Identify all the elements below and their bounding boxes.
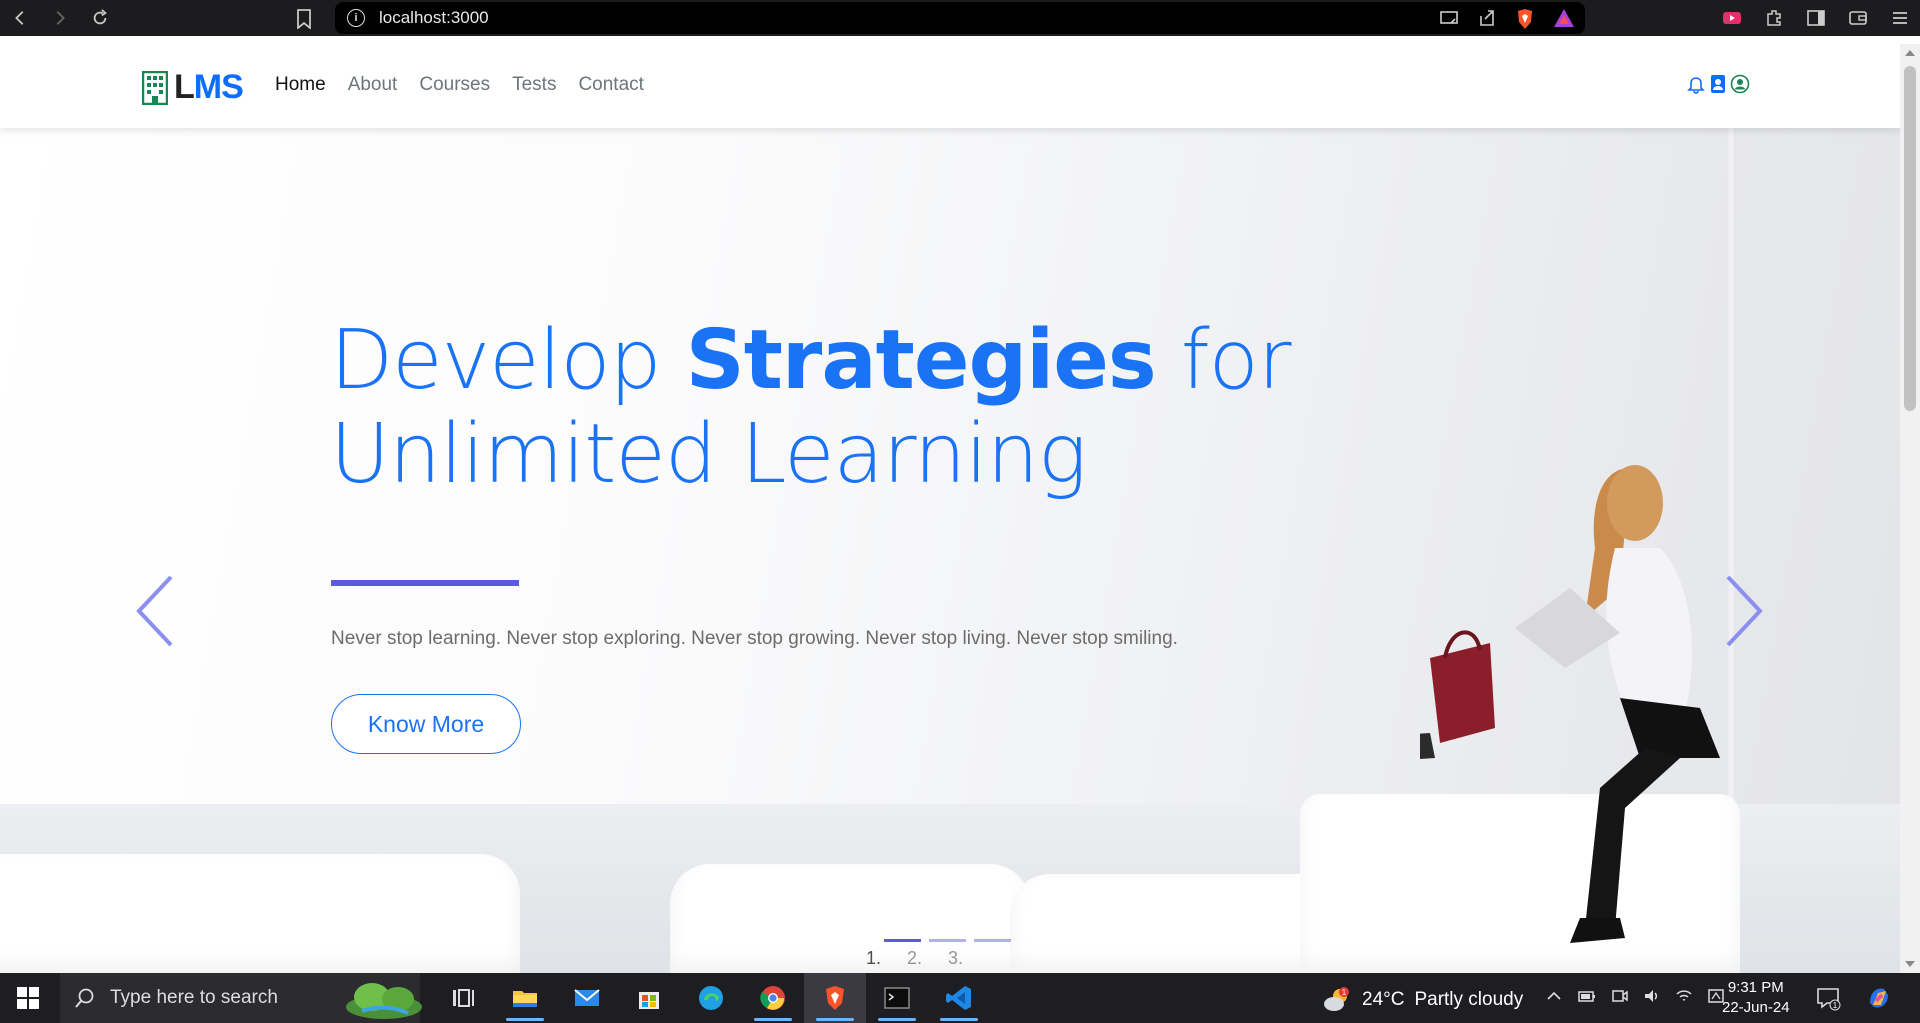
carousel-indicators	[884, 939, 1011, 942]
hero-headline: Develop Strategies for Unlimited Learnin…	[330, 313, 1292, 502]
share-icon[interactable]	[1477, 8, 1497, 28]
hero-carousel: Develop Strategies for Unlimited Learnin…	[0, 128, 1900, 973]
brave-rewards-icon[interactable]	[1553, 8, 1574, 28]
search-icon	[75, 988, 94, 1008]
forward-button[interactable]	[40, 0, 80, 36]
weather-temp: 24°C	[1362, 989, 1405, 1010]
mail-button[interactable]	[556, 973, 618, 1023]
sidebar-icon[interactable]	[1806, 8, 1826, 28]
chrome-icon	[760, 986, 785, 1010]
woman-with-laptop-image	[1420, 465, 1720, 943]
taskbar-clock[interactable]: 9:31 PM 22-Jun-24	[1722, 978, 1790, 1018]
slide-label-3[interactable]: 3.	[948, 948, 963, 969]
partly-cloudy-icon: 1	[1324, 987, 1349, 1011]
brand-name: LMS	[174, 68, 244, 106]
carousel-prev-icon[interactable]	[133, 571, 177, 651]
nav-link-about[interactable]: About	[348, 74, 398, 96]
white-seat	[670, 864, 1030, 973]
carousel-indicator-labels: 1. 2. 3.	[866, 948, 963, 969]
chrome-button[interactable]	[742, 973, 804, 1023]
carousel-indicator-2[interactable]	[929, 939, 966, 942]
wallet-icon[interactable]	[1848, 8, 1868, 28]
folder-icon	[513, 991, 537, 1007]
brave-button[interactable]	[804, 973, 866, 1023]
id-badge-icon[interactable]	[1708, 74, 1728, 94]
nav-link-tests[interactable]: Tests	[512, 74, 556, 96]
windows-taskbar: Type here to search 1 24°C Partly cloudy…	[0, 973, 1920, 1023]
browser-toolbar: i localhost:3000	[0, 0, 1920, 36]
volume-icon[interactable]	[1643, 987, 1661, 1005]
slide-label-2[interactable]: 2.	[907, 948, 922, 969]
edge-button[interactable]	[680, 973, 742, 1023]
youtube-extension-icon[interactable]	[1722, 8, 1742, 28]
vscode-icon	[946, 986, 971, 1010]
extensions-icon[interactable]	[1764, 8, 1784, 28]
notification-center-button[interactable]: 1	[1815, 985, 1841, 1016]
building-icon	[142, 70, 168, 105]
notification-count: 1	[1833, 1001, 1838, 1010]
cast-icon[interactable]	[1439, 8, 1459, 28]
scroll-up-icon[interactable]	[1905, 50, 1915, 56]
scroll-down-icon[interactable]	[1905, 961, 1915, 967]
clock-date: 22-Jun-24	[1722, 999, 1790, 1016]
taskbar-apps	[432, 973, 990, 1023]
nav-link-courses[interactable]: Courses	[419, 74, 490, 96]
page-scrollbar[interactable]	[1900, 44, 1920, 973]
terminal-icon	[884, 987, 910, 1009]
weather-widget[interactable]: 1 24°C Partly cloudy	[1322, 986, 1523, 1014]
headline-underline	[331, 580, 519, 586]
know-more-button[interactable]: Know More	[331, 694, 521, 754]
store-icon	[639, 992, 659, 1009]
site-info-icon[interactable]: i	[347, 9, 365, 27]
site-navbar: LMS Home About Courses Tests Contact	[0, 44, 1900, 128]
meet-now-icon[interactable]	[1611, 987, 1629, 1005]
nav-link-home[interactable]: Home	[275, 74, 326, 96]
brave-shields-icon[interactable]	[1515, 8, 1535, 29]
url-text[interactable]: localhost:3000	[379, 8, 489, 28]
vscode-button[interactable]	[928, 973, 990, 1023]
taskbar-search[interactable]: Type here to search	[60, 973, 422, 1023]
search-highlight-icon	[346, 983, 422, 1019]
slide-label-1[interactable]: 1.	[866, 948, 881, 969]
main-menu: Home About Courses Tests Contact	[275, 74, 644, 96]
hero-tagline: Never stop learning. Never stop explorin…	[331, 628, 1178, 649]
menu-icon[interactable]	[1890, 8, 1910, 28]
white-seat	[0, 854, 520, 973]
scroll-thumb[interactable]	[1904, 66, 1916, 411]
page-viewport: LMS Home About Courses Tests Contact Dev…	[0, 44, 1900, 973]
brave-icon	[826, 986, 844, 1010]
store-button[interactable]	[618, 973, 680, 1023]
file-explorer-button[interactable]	[494, 973, 556, 1023]
navbar-icons	[1686, 74, 1750, 94]
chevron-up-icon[interactable]	[1545, 987, 1563, 1005]
task-view-button[interactable]	[432, 973, 494, 1023]
bell-icon[interactable]	[1686, 74, 1706, 94]
carousel-indicator-3[interactable]	[974, 939, 1011, 942]
reload-button[interactable]	[80, 0, 120, 36]
carousel-next-icon[interactable]	[1722, 571, 1766, 651]
edge-icon	[699, 986, 723, 1010]
copilot-icon	[1870, 988, 1888, 1008]
brand-logo[interactable]: LMS	[142, 68, 244, 107]
windows-logo-icon	[17, 987, 39, 1009]
search-placeholder: Type here to search	[110, 987, 278, 1008]
wifi-icon[interactable]	[1675, 987, 1693, 1005]
carousel-indicator-1[interactable]	[884, 939, 921, 942]
copilot-button[interactable]	[1864, 983, 1894, 1018]
terminal-button[interactable]	[866, 973, 928, 1023]
notification-icon: 1	[1817, 988, 1841, 1011]
system-tray	[1545, 987, 1725, 1005]
battery-icon[interactable]	[1577, 987, 1597, 1005]
weather-alert-badge: 1	[1342, 988, 1347, 997]
weather-desc: Partly cloudy	[1414, 989, 1524, 1010]
clock-time: 9:31 PM	[1727, 979, 1784, 996]
mail-icon	[574, 989, 600, 1006]
back-button[interactable]	[0, 0, 40, 36]
user-circle-icon[interactable]	[1730, 74, 1750, 94]
bookmark-icon[interactable]	[296, 9, 312, 34]
address-bar[interactable]: i localhost:3000	[335, 2, 1585, 34]
nav-link-contact[interactable]: Contact	[578, 74, 643, 96]
start-button[interactable]	[0, 973, 56, 1023]
task-view-icon	[453, 989, 474, 1007]
